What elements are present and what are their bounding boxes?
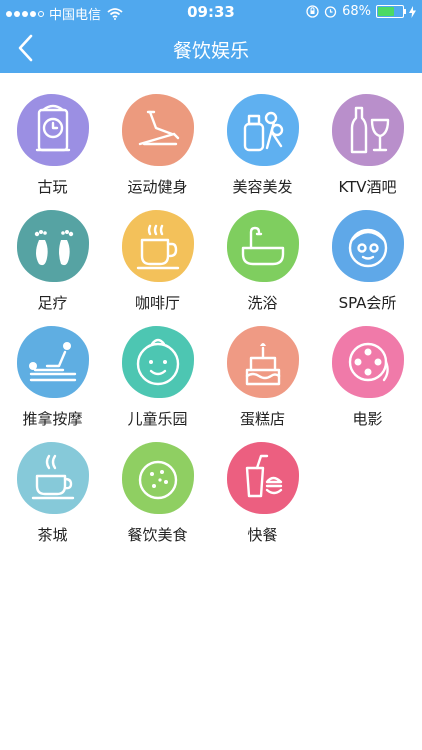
category-label: KTV酒吧 (338, 178, 397, 196)
category-item[interactable]: 蛋糕店 (210, 326, 315, 442)
category-item[interactable]: 餐饮美食 (105, 442, 210, 558)
category-item[interactable]: 快餐 (210, 442, 315, 558)
scissors-bottle-icon (227, 94, 299, 166)
category-label: 美容美发 (232, 178, 293, 196)
category-label: SPA会所 (338, 294, 397, 312)
coffee-cup-icon (122, 210, 194, 282)
alarm-icon (324, 6, 337, 18)
category-item[interactable]: SPA会所 (315, 210, 420, 326)
category-label: 咖啡厅 (134, 294, 180, 312)
category-item[interactable]: 推拿按摩 (0, 326, 105, 442)
category-item[interactable]: KTV酒吧 (315, 94, 420, 210)
category-label: 运动健身 (127, 178, 188, 196)
status-bar: 中国电信 09:33 68% (0, 0, 422, 24)
clock-icon (17, 94, 89, 166)
category-item[interactable]: 茶城 (0, 442, 105, 558)
face-mask-icon (332, 210, 404, 282)
category-label: 洗浴 (247, 294, 278, 312)
category-item[interactable]: 咖啡厅 (105, 210, 210, 326)
nav-bar: 餐饮娱乐 (0, 24, 422, 73)
category-label: 餐饮美食 (127, 526, 188, 544)
category-item[interactable]: 洗浴 (210, 210, 315, 326)
top-bar: 中国电信 09:33 68% 餐饮娱乐 (0, 0, 422, 73)
category-item[interactable]: 电影 (315, 326, 420, 442)
category-item[interactable]: 足疗 (0, 210, 105, 326)
footprints-icon (17, 210, 89, 282)
category-label: 快餐 (247, 526, 278, 544)
category-label: 蛋糕店 (239, 410, 285, 428)
baby-face-icon (122, 326, 194, 398)
charging-icon (409, 5, 416, 18)
category-item[interactable]: 古玩 (0, 94, 105, 210)
wine-icon (332, 94, 404, 166)
category-label: 足疗 (37, 294, 68, 312)
fast-food-icon (227, 442, 299, 514)
treadmill-icon (122, 94, 194, 166)
bathtub-icon (227, 210, 299, 282)
category-label: 电影 (352, 410, 383, 428)
battery-percent: 68% (342, 4, 371, 19)
film-reel-icon (332, 326, 404, 398)
category-label: 茶城 (37, 526, 68, 544)
page-title: 餐饮娱乐 (172, 40, 249, 62)
category-label: 推拿按摩 (22, 410, 83, 428)
category-label: 古玩 (37, 178, 68, 196)
category-item[interactable]: 儿童乐园 (105, 326, 210, 442)
category-item[interactable]: 运动健身 (105, 94, 210, 210)
cake-icon (227, 326, 299, 398)
orientation-lock-icon (306, 5, 319, 18)
cookie-icon (122, 442, 194, 514)
battery-icon (376, 5, 406, 18)
category-label: 儿童乐园 (127, 410, 188, 428)
tea-cup-icon (17, 442, 89, 514)
massage-icon (17, 326, 89, 398)
category-item[interactable]: 美容美发 (210, 94, 315, 210)
